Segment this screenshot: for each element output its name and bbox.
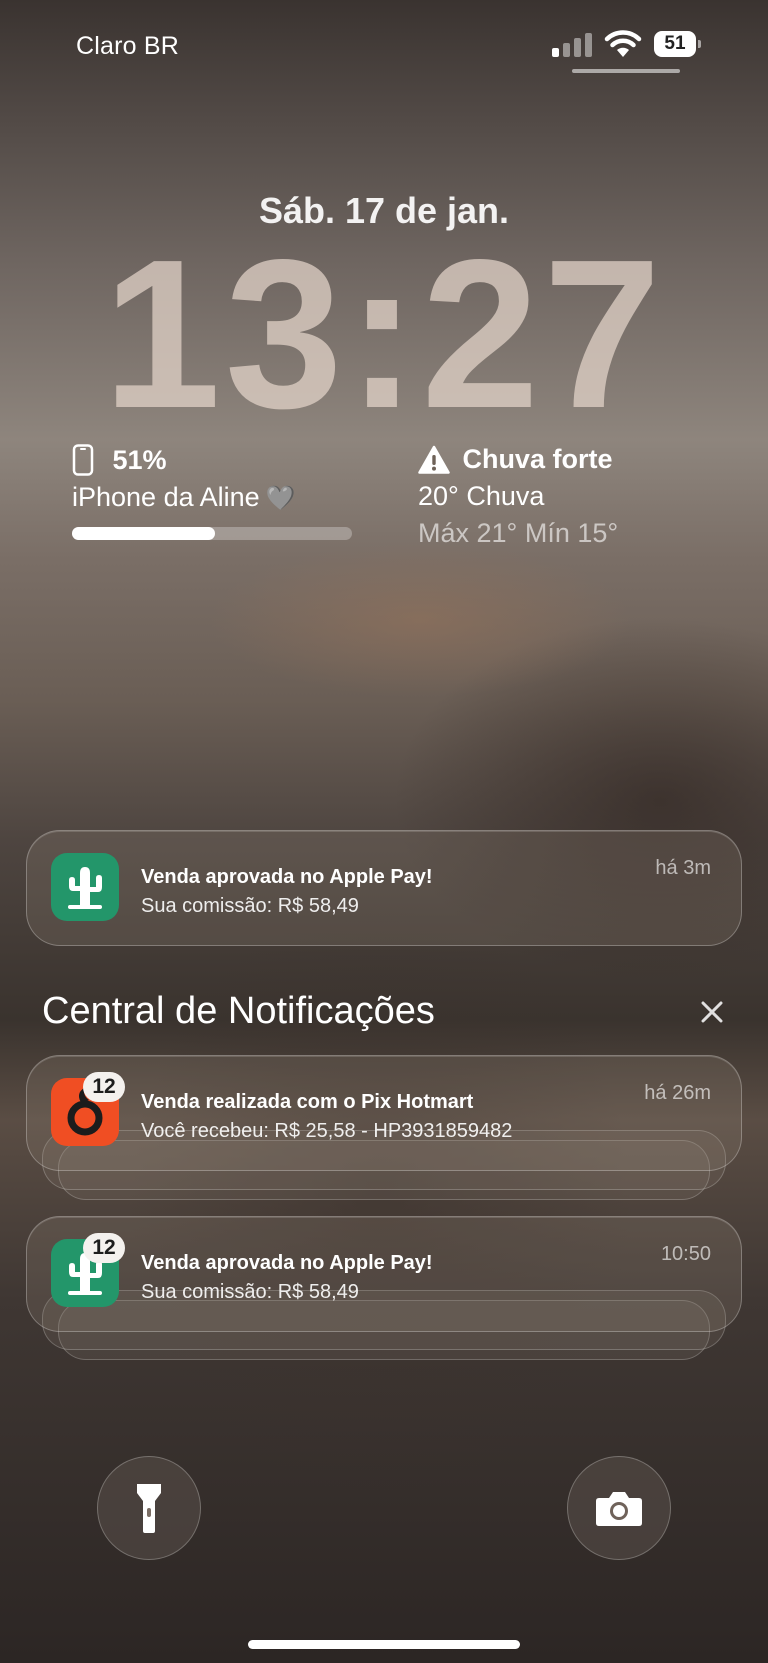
notification-time: há 26m <box>644 1082 711 1104</box>
weather-condition: 20° Chuva <box>418 481 545 511</box>
notification-body: Sua comissão: R$ 58,49 <box>141 1281 359 1303</box>
notification-body: Você recebeu: R$ 25,58 - HP3931859482 <box>141 1120 513 1142</box>
cellular-signal-icon <box>552 33 594 57</box>
weather-high-low: Máx 21° Mín 15° <box>418 518 619 548</box>
notification-center-title: Central de Notificações <box>42 990 435 1032</box>
close-icon[interactable] <box>698 998 726 1026</box>
battery-percent: 51% <box>112 444 167 475</box>
battery-level-text: 51 <box>654 31 696 57</box>
control-center-grabber[interactable] <box>572 69 680 73</box>
notification-count-badge: 12 <box>83 1072 125 1102</box>
cactus-icon <box>68 867 102 909</box>
wifi-icon <box>604 30 642 57</box>
notification-title: Venda realizada com o Pix Hotmart <box>141 1091 474 1113</box>
lock-time: 13:27 <box>102 215 666 452</box>
flashlight-icon <box>137 1484 161 1533</box>
notification-count-badge: 12 <box>83 1233 125 1263</box>
device-name-row: iPhone da Aline 🩶 <box>72 482 362 513</box>
iphone-icon <box>72 444 94 476</box>
camera-button[interactable] <box>567 1456 671 1560</box>
flashlight-button[interactable] <box>97 1456 201 1560</box>
notification-title: Venda aprovada no Apple Pay! <box>141 866 433 888</box>
battery-widget[interactable]: 51% iPhone da Aline 🩶 <box>72 444 362 540</box>
battery-progress-track <box>72 527 352 540</box>
carrier-name: Claro BR <box>76 32 180 60</box>
battery-icon: 51 <box>654 31 702 57</box>
weather-alert: Chuva forte <box>462 444 613 474</box>
notification-body: Sua comissão: R$ 58,49 <box>141 895 359 917</box>
notification-card-group[interactable]: 12 Venda aprovada no Apple Pay! Sua comi… <box>26 1216 742 1332</box>
notification-card[interactable]: Venda aprovada no Apple Pay! Sua comissã… <box>26 830 742 946</box>
notification-title: Venda aprovada no Apple Pay! <box>141 1252 433 1274</box>
notification-time: 10:50 <box>660 1243 711 1265</box>
battery-progress-fill <box>72 527 215 540</box>
heart-emoji: 🩶 <box>265 485 296 512</box>
camera-icon <box>596 1492 642 1526</box>
weather-widget[interactable]: Chuva forte 20° Chuva Máx 21° Mín 15° <box>418 444 748 549</box>
device-name: iPhone da Aline <box>72 482 260 512</box>
home-indicator[interactable] <box>248 1640 520 1649</box>
notification-card-group[interactable]: 12 Venda realizada com o Pix Hotmart Voc… <box>26 1055 742 1171</box>
notification-time: há 3m <box>655 857 711 879</box>
warning-icon <box>418 445 450 474</box>
cactus-app-icon <box>51 853 119 921</box>
